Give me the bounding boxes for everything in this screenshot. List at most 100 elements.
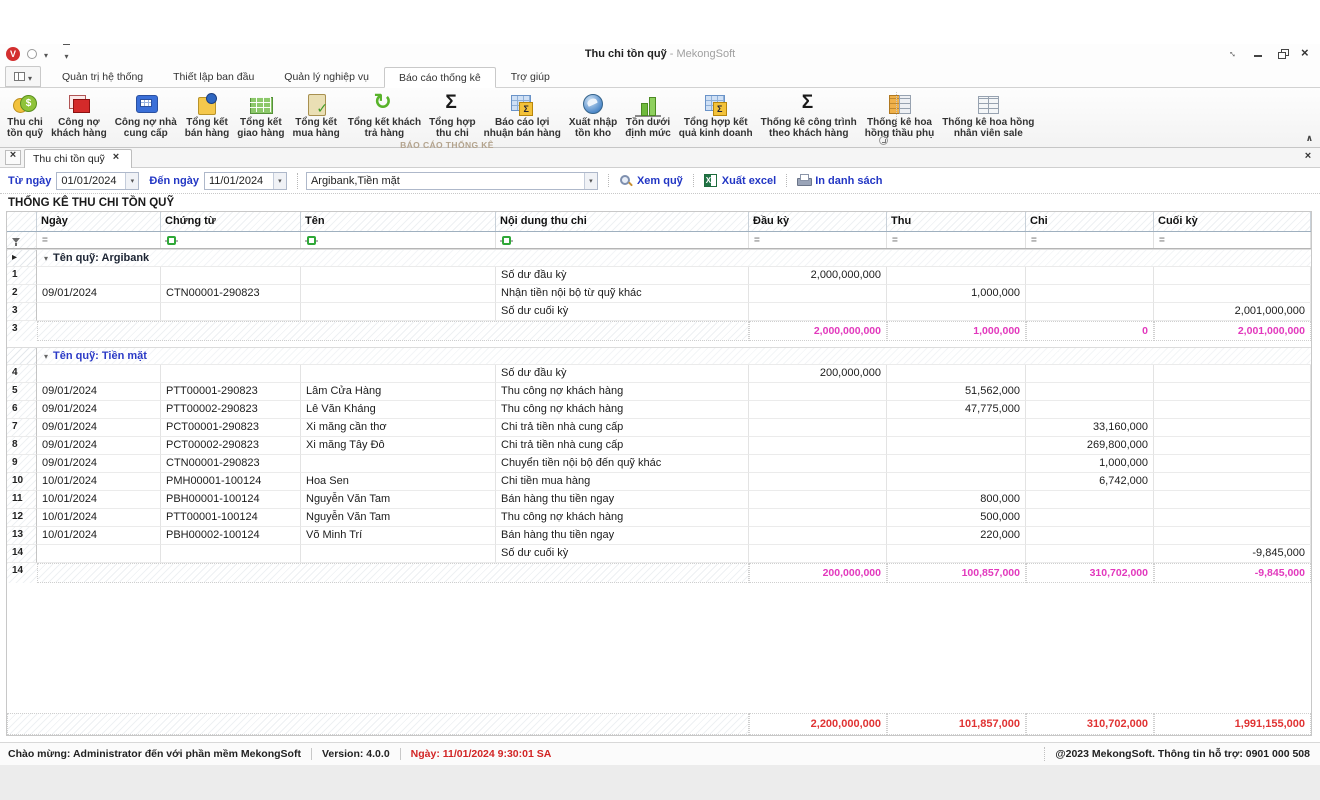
chevron-down-icon: [28, 68, 32, 86]
restore-icon[interactable]: [1276, 48, 1288, 60]
filter-cell-dauky[interactable]: =: [749, 232, 887, 248]
tab-close-icon[interactable]: [113, 154, 123, 164]
action-label: Xem quỹ: [637, 175, 683, 187]
column-header-thu[interactable]: Thu: [887, 212, 1026, 231]
table-row[interactable]: 13 10/01/2024 PBH00002-100124 Võ Minh Tr…: [7, 527, 1311, 545]
toolbar-customize-icon[interactable]: [63, 44, 70, 64]
data-grid: Ngày Chứng từ Tên Nội dung thu chi Đầu k…: [6, 211, 1312, 736]
toolbar-action-button[interactable]: Xem quỹ: [608, 174, 693, 187]
table-row[interactable]: 7 09/01/2024 PCT00001-290823 Xi măng cần…: [7, 419, 1311, 437]
filter-cell-thu[interactable]: =: [887, 232, 1026, 248]
table-row[interactable]: 2 09/01/2024 CTN00001-290823 Nhận tiền n…: [7, 285, 1311, 303]
table-row[interactable]: 6 09/01/2024 PTT00002-290823 Lê Văn Khán…: [7, 401, 1311, 419]
cell-chungtu: PCT00002-290823: [161, 437, 301, 455]
cell-dauky: [749, 303, 887, 321]
collapse-caret-icon[interactable]: [44, 252, 48, 264]
cell-thu: [887, 419, 1026, 437]
table-row[interactable]: 11 10/01/2024 PBH00001-100124 Nguyễn Văn…: [7, 491, 1311, 509]
fund-select[interactable]: Argibank,Tiền mặt: [306, 172, 598, 190]
document-tab[interactable]: Thu chi tồn quỹ: [24, 149, 132, 168]
table-row[interactable]: 14 Số dư cuối kỳ -9,845,000: [7, 545, 1311, 563]
ribbon-app-button[interactable]: [5, 66, 41, 87]
footer-chi: 0: [1026, 321, 1154, 341]
minimize-icon[interactable]: [1252, 48, 1264, 60]
close-tab-right-icon[interactable]: [1302, 152, 1314, 164]
group-row[interactable]: ▸ Tên quỹ: Argibank: [7, 249, 1311, 267]
from-date-input[interactable]: 01/01/2024: [56, 172, 139, 190]
ribbon-button[interactable]: Báo cáo lợi nhuận bán hàng: [480, 91, 565, 139]
column-header-ten[interactable]: Tên: [301, 212, 496, 231]
close-icon[interactable]: [1300, 48, 1312, 60]
ribbon-tab[interactable]: Quản trị hệ thống: [47, 66, 158, 87]
table-row[interactable]: 3 Số dư cuối kỳ 2,001,000,000: [7, 303, 1311, 321]
ribbon-button[interactable]: Tổng kết khách trả hàng: [344, 91, 425, 139]
table-row[interactable]: 8 09/01/2024 PCT00002-290823 Xi măng Tây…: [7, 437, 1311, 455]
to-date-input[interactable]: 11/01/2024: [204, 172, 287, 190]
app-logo-icon[interactable]: V: [6, 47, 20, 61]
toolbar-action-button[interactable]: In danh sách: [786, 174, 892, 187]
ribbon-button[interactable]: Tổng hợp kết quả kinh doanh: [675, 91, 757, 139]
ribbon-button-icon: [371, 91, 397, 117]
ribbon-tab[interactable]: Quản lý nghiệp vụ: [269, 66, 384, 87]
ribbon-button[interactable]: Thống kê công trình theo khách hàng: [757, 91, 861, 139]
ribbon-button[interactable]: Tổng kết bán hàng: [181, 91, 233, 139]
collapse-caret-icon[interactable]: [44, 350, 48, 362]
filter-cell-chi[interactable]: =: [1026, 232, 1154, 248]
cell-dauky: 200,000,000: [749, 365, 887, 383]
table-row[interactable]: 4 Số dư đầu kỳ 200,000,000: [7, 365, 1311, 383]
filter-cell-ngay[interactable]: =: [37, 232, 161, 248]
cell-thu: 800,000: [887, 491, 1026, 509]
ribbon-button[interactable]: Công nợ nhà cung cấp: [111, 91, 181, 139]
cell-chi: [1026, 401, 1154, 419]
table-row[interactable]: 9 09/01/2024 CTN00001-290823 Chuyển tiền…: [7, 455, 1311, 473]
ribbon-collapse-icon[interactable]: [1306, 133, 1313, 144]
ribbon-button[interactable]: Thu chi tồn quỹ: [3, 91, 47, 139]
cell-ten: [301, 267, 496, 285]
table-row[interactable]: 1 Số dư đầu kỳ 2,000,000,000: [7, 267, 1311, 285]
ribbon-button[interactable]: Công nợ khách hàng: [47, 91, 111, 139]
filter-cell-cuoiky[interactable]: =: [1154, 232, 1311, 248]
filter-cell-ten[interactable]: [301, 232, 496, 248]
ribbon-button[interactable]: Tổng kết giao hàng: [233, 91, 288, 139]
toolbar-action-button[interactable]: Xuất excel: [693, 174, 786, 187]
table-row[interactable]: 12 10/01/2024 PTT00001-100124 Nguyễn Văn…: [7, 509, 1311, 527]
filter-cell-noidung[interactable]: [496, 232, 749, 248]
table-row[interactable]: 5 09/01/2024 PTT00001-290823 Lâm Cửa Hàn…: [7, 383, 1311, 401]
table-row[interactable]: 10 10/01/2024 PMH00001-100124 Hoa Sen Ch…: [7, 473, 1311, 491]
cell-ngay: 10/01/2024: [37, 527, 161, 545]
ribbon-button-icon: [303, 91, 329, 117]
dropdown-icon[interactable]: [584, 173, 597, 189]
ribbon-tab[interactable]: Trợ giúp: [496, 66, 565, 87]
column-header-chungtu[interactable]: Chứng từ: [161, 212, 301, 231]
cell-dauky: [749, 473, 887, 491]
toolbar-actions: Xem quỹ Xuất excel In danh sách: [608, 174, 893, 187]
fullscreen-icon[interactable]: [1228, 48, 1240, 60]
ribbon-button[interactable]: Thống kê hoa hồng thầu phụ: [861, 91, 938, 139]
ribbon-button[interactable]: Tổng kết mua hàng: [288, 91, 343, 139]
dropdown-icon[interactable]: [273, 173, 286, 189]
quick-access-dropdown-icon[interactable]: [44, 45, 48, 63]
cell-thu: 51,562,000: [887, 383, 1026, 401]
column-header-ngay[interactable]: Ngày: [37, 212, 161, 231]
quick-access-button-icon[interactable]: [27, 49, 37, 59]
group-row[interactable]: Tên quỹ: Tiền mặt: [7, 347, 1311, 365]
cell-chungtu: PBH00001-100124: [161, 491, 301, 509]
cell-thu: [887, 545, 1026, 563]
cell-dauky: [749, 509, 887, 527]
column-header-dauky[interactable]: Đầu kỳ: [749, 212, 887, 231]
total-spacer-cell: [7, 713, 749, 735]
column-header-noidung[interactable]: Nội dung thu chi: [496, 212, 749, 231]
ribbon-button[interactable]: Thống kê hoa hồng nhân viên sale: [938, 91, 1038, 139]
ribbon-button[interactable]: Xuất nhập tồn kho: [565, 91, 621, 139]
column-header-cuoiky[interactable]: Cuối kỳ: [1154, 212, 1311, 231]
dropdown-icon[interactable]: [125, 173, 138, 189]
ribbon-button[interactable]: Tổng hợp thu chi: [425, 91, 480, 139]
column-header-chi[interactable]: Chi: [1026, 212, 1154, 231]
ribbon-tab[interactable]: Báo cáo thống kê: [384, 67, 496, 88]
filter-cell-chungtu[interactable]: [161, 232, 301, 248]
cell-noidung: Số dư cuối kỳ: [496, 303, 749, 321]
ribbon-tab[interactable]: Thiết lập ban đầu: [158, 66, 269, 87]
group-dialog-launcher-icon[interactable]: [879, 136, 888, 145]
ribbon-button[interactable]: Tồn dưới định mức: [621, 91, 675, 139]
close-document-icon[interactable]: [5, 150, 21, 165]
